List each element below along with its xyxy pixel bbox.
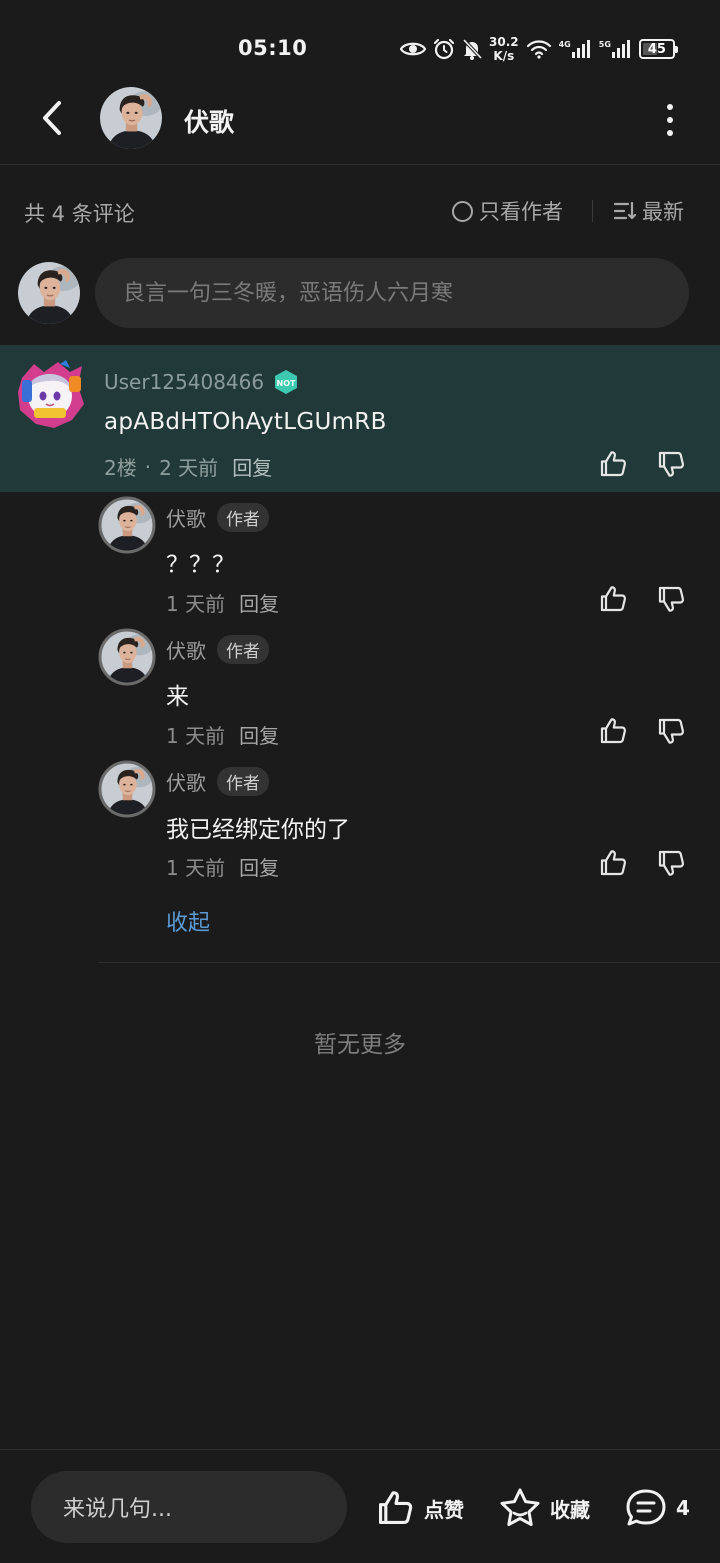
author-only-toggle[interactable]: 只看作者 [452, 196, 563, 226]
bottom-divider [0, 1449, 720, 1450]
not-badge-icon: NOT [275, 370, 298, 394]
thumbs-up-icon [378, 1491, 413, 1525]
thumbs-down-icon[interactable] [654, 714, 688, 748]
wifi-icon [526, 40, 551, 59]
signal-4g: 4G [559, 40, 592, 58]
reply-text: ？？？ [166, 552, 235, 578]
bottom-comment-input[interactable]: 来说几句... [31, 1471, 347, 1543]
toolbar-divider [592, 200, 593, 222]
thumbs-up-icon[interactable] [596, 447, 630, 481]
reply-button[interactable]: 回复 [239, 852, 279, 881]
my-avatar[interactable] [18, 262, 80, 324]
svg-text:NOT: NOT [277, 379, 296, 388]
comment-meta: 2楼 · 2 天前 回复 [104, 452, 272, 481]
reply-author: 伏歌 作者 [166, 503, 269, 532]
thread-divider [98, 962, 720, 963]
signal-5g: 5G [599, 40, 632, 58]
comments-button[interactable]: 4 [624, 1487, 690, 1529]
comment-bubble-icon [626, 1489, 666, 1526]
reply-button[interactable]: 回复 [239, 588, 279, 617]
reply-author: 伏歌 作者 [166, 635, 269, 664]
reply-text: 来 [166, 684, 189, 710]
reply-meta: 1 天前 回复 [166, 720, 279, 749]
favorite-button[interactable]: 收藏 [498, 1487, 590, 1529]
reply-button[interactable]: 回复 [239, 720, 279, 749]
comment-text: apABdHTOhAytLGUmRB [104, 409, 387, 435]
author-tag: 作者 [217, 635, 269, 664]
sort-icon [614, 201, 636, 220]
thumbs-down-icon[interactable] [654, 582, 688, 616]
sort-button[interactable]: 最新 [614, 196, 684, 226]
collapse-replies-button[interactable]: 收起 [166, 905, 210, 937]
comment-time: 2 天前 [159, 456, 219, 480]
header-divider [0, 164, 720, 165]
reply-meta: 1 天前 回复 [166, 588, 279, 617]
bell-off-icon [462, 38, 482, 60]
thumbs-down-icon[interactable] [654, 846, 688, 880]
like-button[interactable]: 点赞 [374, 1487, 464, 1529]
thumbs-down-icon[interactable] [654, 447, 688, 481]
status-icons: 30.2 K/s 4G 5G 45 [400, 32, 678, 66]
header-avatar[interactable] [100, 87, 162, 149]
avatar[interactable] [98, 760, 156, 818]
signal-icon [571, 40, 590, 58]
star-icon [500, 1488, 540, 1526]
reply-button[interactable]: 回复 [232, 452, 272, 481]
eye-icon [400, 42, 426, 56]
net-speed: 30.2 K/s [489, 35, 519, 63]
author-tag: 作者 [217, 503, 269, 532]
avatar[interactable] [14, 358, 86, 430]
username[interactable]: User125408466 [104, 370, 264, 394]
reply-meta: 1 天前 回复 [166, 852, 279, 881]
avatar[interactable] [98, 496, 156, 554]
more-vertical-icon[interactable] [652, 100, 688, 140]
back-button[interactable] [30, 96, 74, 140]
alarm-icon [433, 38, 455, 60]
comment-count: 共 4 条评论 [24, 202, 135, 226]
reply-author: 伏歌 作者 [166, 767, 269, 796]
page-title: 伏歌 [184, 108, 235, 137]
thumbs-up-icon[interactable] [596, 714, 630, 748]
thumbs-up-icon[interactable] [596, 846, 630, 880]
status-time: 05:10 [238, 36, 308, 60]
battery-icon: 45 [638, 39, 678, 59]
author-tag: 作者 [217, 767, 269, 796]
signal-icon [611, 40, 630, 58]
thumbs-up-icon[interactable] [596, 582, 630, 616]
comment-input[interactable] [95, 258, 689, 328]
floor-number: 2楼 [104, 456, 137, 480]
comment-author: User125408466 NOT [104, 369, 299, 395]
chevron-left-icon [43, 101, 61, 135]
no-more-label: 暂无更多 [314, 1032, 406, 1058]
reply-text: 我已经绑定你的了 [166, 817, 350, 843]
radio-circle-icon [452, 200, 473, 222]
avatar[interactable] [98, 628, 156, 686]
